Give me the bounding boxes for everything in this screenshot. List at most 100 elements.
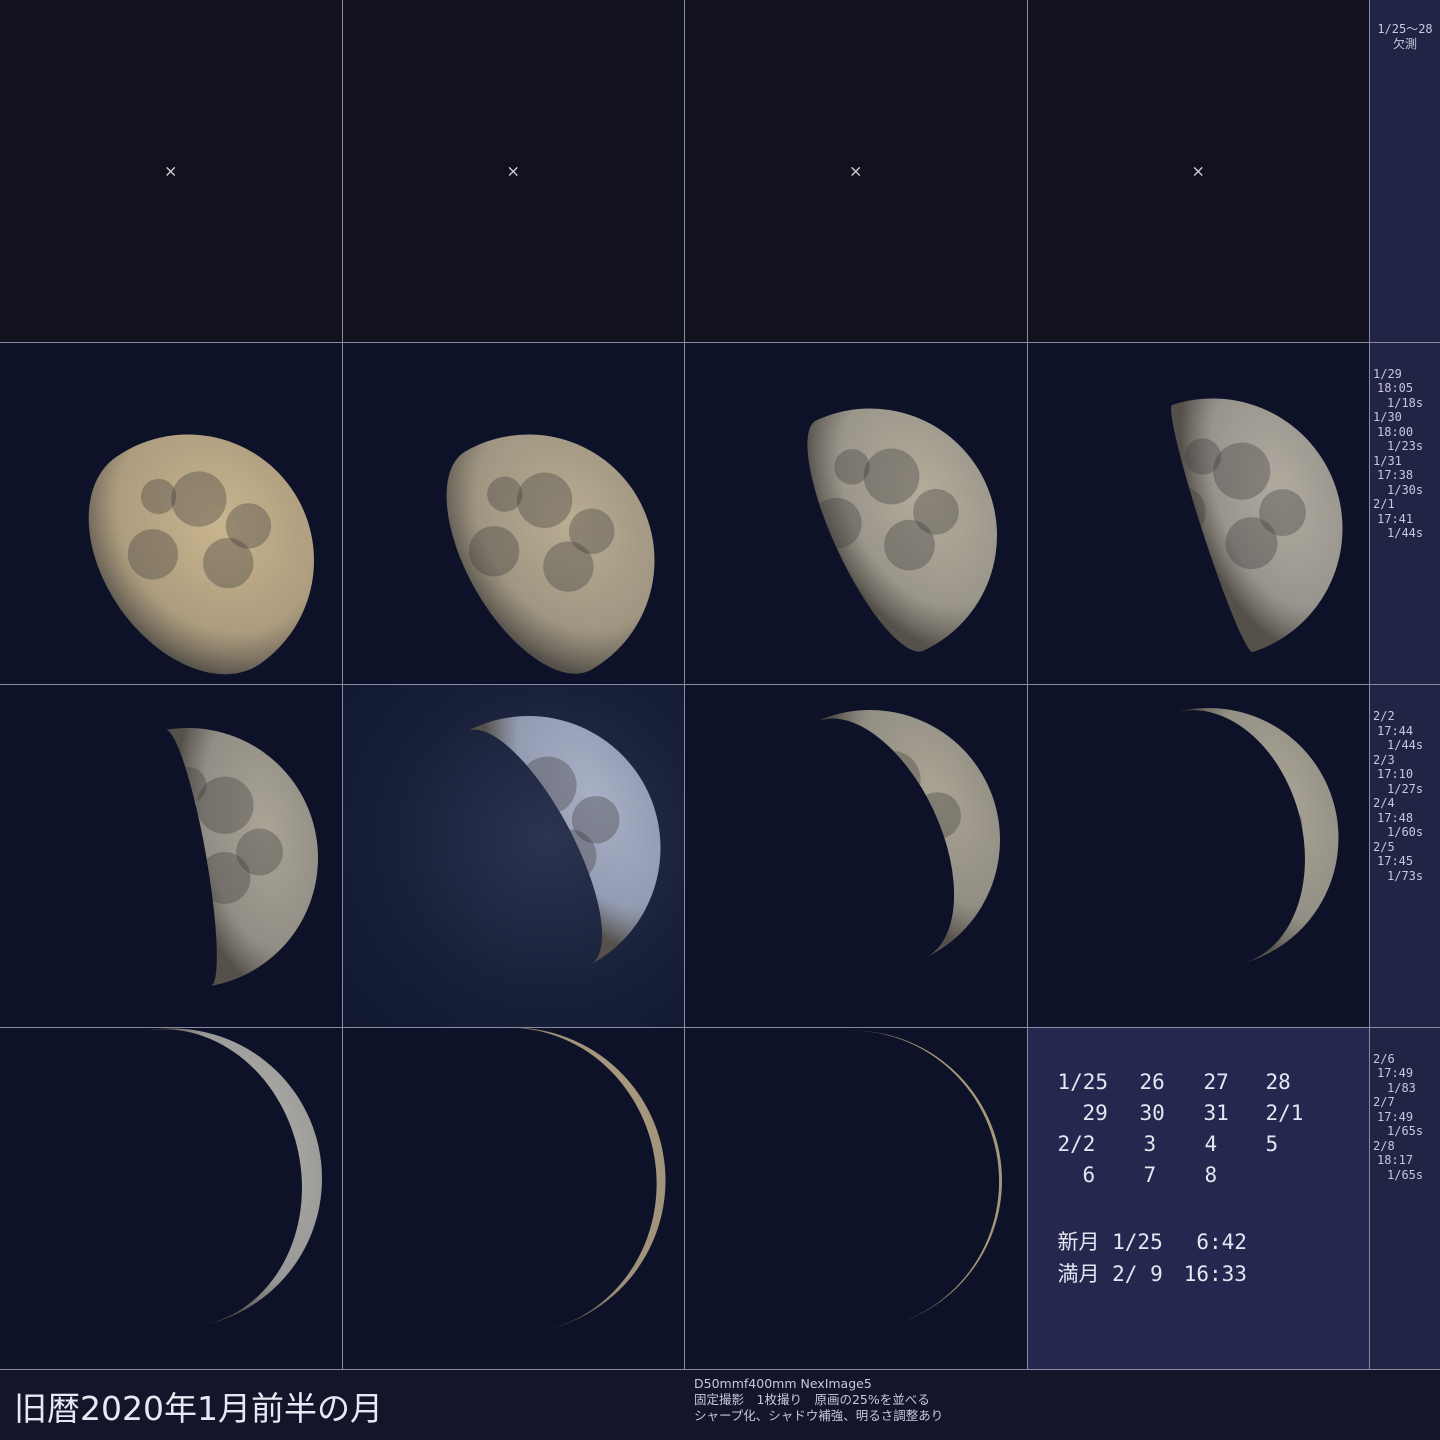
moon-lit-area — [446, 434, 654, 674]
moon-mare — [568, 1145, 624, 1201]
missing-mark: × — [164, 161, 178, 181]
side-date: 2/4 — [1373, 796, 1395, 810]
side-exposure: 1/18s — [1387, 395, 1424, 410]
moon-cell — [685, 685, 1028, 1028]
moon-mare — [1211, 753, 1269, 811]
legend-date: 31 — [1203, 1100, 1229, 1125]
moon-mare — [184, 1169, 245, 1230]
legend-date: 4 — [1204, 1131, 1218, 1156]
missing-range: 1/25～28 — [1377, 22, 1433, 36]
moon-phase — [466, 716, 660, 965]
missing-cell-1-26: × — [342, 0, 685, 343]
moon-cell — [342, 685, 685, 1028]
moon-lit-area — [831, 1030, 1002, 1329]
missing-mark: × — [849, 161, 863, 181]
missing-cell-1-27: × — [685, 0, 1028, 343]
moon-mare — [466, 810, 519, 864]
moon-phase — [140, 1028, 322, 1325]
moon-mare — [524, 1172, 586, 1235]
moon-phase — [88, 434, 314, 674]
moon-mare — [1183, 747, 1221, 784]
side-time: 17:49 — [1377, 1066, 1414, 1080]
moon-cell — [0, 342, 343, 685]
moon-phase — [1161, 398, 1342, 652]
moon-mare — [907, 1148, 962, 1203]
side-time: 17:41 — [1377, 511, 1414, 526]
missing-cell-1-25: × — [0, 0, 343, 343]
missing-mark: × — [506, 161, 520, 181]
side-date: 2/2 — [1373, 709, 1395, 723]
note-line: D50mmf400mm NexImage5 — [694, 1376, 872, 1391]
side-date: 2/7 — [1373, 1095, 1395, 1109]
moon-phase — [815, 710, 1000, 958]
moon-lit-area — [140, 1028, 322, 1325]
moon-mare — [833, 751, 870, 788]
legend-date: 3 — [1143, 1131, 1157, 1156]
moon-mare — [227, 1141, 282, 1196]
moon-phase — [831, 1030, 1002, 1329]
moon-mare — [485, 1124, 508, 1186]
side-time: 18:17 — [1377, 1153, 1414, 1167]
moon-mare — [148, 1073, 191, 1116]
legend-date: 8 — [1204, 1162, 1218, 1187]
side-date: 2/1 — [1373, 497, 1395, 511]
side-exposure: 1/30s — [1387, 482, 1424, 497]
legend-date: 1/25 — [1057, 1069, 1109, 1094]
legend-date: 6 — [1082, 1162, 1096, 1187]
side-time: 17:45 — [1377, 854, 1414, 868]
moon-mare — [1220, 828, 1273, 881]
moon-phase — [807, 408, 997, 652]
side-exposure: 1/23s — [1387, 439, 1424, 453]
moon-cell — [685, 1027, 1028, 1370]
missing-mark: × — [1191, 161, 1205, 181]
missing-label: 欠測 — [1392, 36, 1417, 51]
side-block-missing: 1/25～28 欠測 — [1370, 0, 1440, 343]
side-time: 17:44 — [1377, 723, 1414, 738]
note-line: 固定撮影 1枚撮り 原画の25%を並べる — [694, 1392, 930, 1407]
side-date: 1/29 — [1373, 366, 1402, 381]
moon-mare — [179, 1082, 246, 1149]
legend-date: 27 — [1203, 1069, 1229, 1094]
moon-cell — [685, 342, 1028, 685]
moon-lit-area — [485, 1027, 665, 1331]
moon-phase — [485, 1027, 665, 1331]
side-time: 17:48 — [1377, 810, 1414, 825]
legend-date: 30 — [1139, 1100, 1165, 1125]
side-time: 17:49 — [1377, 1109, 1414, 1124]
side-date: 2/6 — [1373, 1051, 1395, 1066]
moon-lit-area — [1174, 708, 1338, 964]
moon-mare — [165, 810, 184, 863]
side-block-row3: 2/2 17:44 1/44s 2/3 17:10 1/27s 2/4 17:4… — [1370, 685, 1440, 1028]
side-exposure: 1/44s — [1387, 738, 1424, 752]
moon-phase — [165, 728, 318, 987]
note-line: シャープ化、シャドウ補強、明るさ調整あり — [694, 1408, 944, 1423]
moon-mare — [863, 1174, 924, 1235]
side-exposure: 1/44s — [1387, 526, 1424, 540]
legend-date: 28 — [1265, 1069, 1291, 1094]
moon-mare — [491, 1073, 534, 1116]
page-title: 旧暦2020年1月前半の月 — [14, 1389, 383, 1428]
side-time: 17:10 — [1377, 767, 1414, 781]
moon-mare — [815, 801, 862, 854]
side-date: 2/8 — [1373, 1138, 1395, 1153]
legend-date: 7 — [1143, 1162, 1157, 1187]
side-time: 18:00 — [1377, 424, 1414, 439]
full-moon-info: 満月 2/ 9 16:33 — [1057, 1261, 1247, 1286]
moon-cell — [1027, 685, 1370, 1028]
side-block-row4: 2/6 17:49 1/83 2/7 17:49 1/65s 2/8 18:17… — [1370, 1028, 1440, 1370]
side-exposure: 1/27s — [1387, 781, 1424, 796]
moon-mare — [831, 1124, 849, 1185]
moon-lit-area — [88, 434, 314, 674]
moon-cell — [342, 342, 685, 685]
moon-mare — [140, 1124, 167, 1185]
side-time: 18:05 — [1377, 381, 1414, 395]
side-exposure: 1/83 — [1387, 1080, 1416, 1095]
side-date: 1/30 — [1373, 410, 1402, 424]
moon-phase — [446, 434, 654, 674]
legend-date: 29 — [1082, 1100, 1108, 1125]
moon-mare — [834, 1075, 877, 1118]
side-date: 2/5 — [1373, 839, 1395, 854]
side-date: 2/3 — [1373, 752, 1395, 767]
shooting-notes: D50mmf400mm NexImage5 固定撮影 1枚撮り 原画の25%を並べ… — [694, 1376, 943, 1424]
footer: 旧暦2020年1月前半の月 D50mmf400mm NexImage5 固定撮影 … — [0, 1370, 1440, 1440]
